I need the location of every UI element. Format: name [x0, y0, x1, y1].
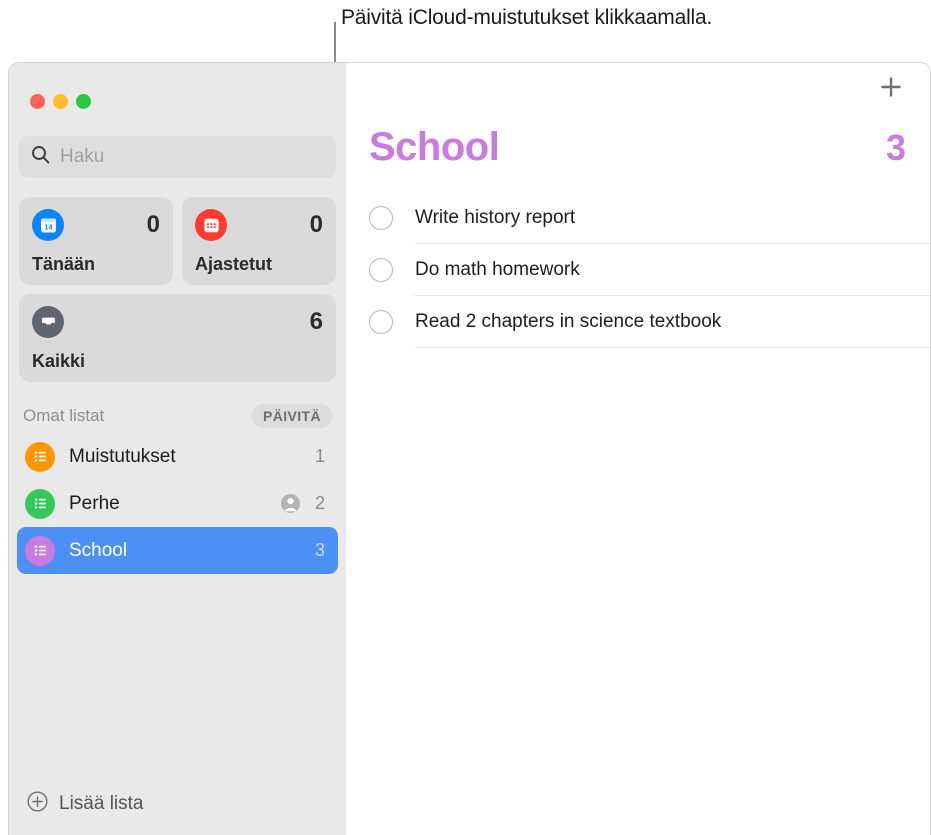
search-field[interactable] [19, 136, 336, 178]
smart-list-label: Kaikki [32, 351, 86, 371]
add-list-button[interactable]: Lisää lista [9, 773, 346, 835]
list-row-perhe[interactable]: Perhe 2 [17, 480, 338, 527]
list-bullet-icon [25, 441, 55, 472]
page-title-count: 3 [885, 127, 906, 168]
add-reminder-button[interactable] [878, 74, 904, 105]
list-row-school[interactable]: School 3 [17, 527, 338, 574]
reminder-checkbox[interactable] [369, 310, 393, 334]
reminder-body: Write history report [415, 192, 930, 244]
smart-list-count: 6 [309, 308, 323, 335]
list-name: Muistutukset [69, 445, 176, 467]
search-icon [31, 145, 50, 169]
smart-list-card-today[interactable]: 14 0 Tänään [19, 197, 173, 285]
main-content: School 3 Write history report Do math ho… [346, 63, 930, 835]
plus-circle-icon [27, 791, 48, 817]
inbox-tray-icon [32, 306, 64, 338]
list-count: 2 [314, 493, 325, 513]
list-name: School [69, 539, 128, 561]
person-circle-icon [280, 493, 301, 514]
reminders-list: Write history report Do math homework Re… [346, 192, 930, 348]
list-bullet-icon [25, 488, 55, 519]
list-count: 3 [314, 540, 325, 560]
minimize-button[interactable] [53, 93, 68, 109]
smart-lists-grid: 14 0 Tänään 0 Ajastetut 6 Kaikki [19, 197, 336, 382]
list-count: 1 [314, 446, 325, 466]
smart-list-count: 0 [146, 211, 160, 238]
list-name: Perhe [69, 492, 120, 514]
maximize-button[interactable] [76, 93, 91, 109]
calendar-day-number: 14 [44, 222, 53, 231]
list-title-row: School 3 [346, 115, 930, 170]
reminder-checkbox[interactable] [369, 258, 393, 282]
reminder-row[interactable]: Read 2 chapters in science textbook [346, 296, 930, 348]
reminder-checkbox[interactable] [369, 206, 393, 230]
reminder-body: Do math homework [415, 244, 930, 296]
reminder-title[interactable]: Read 2 chapters in science textbook [415, 311, 721, 333]
callout-text: Päivitä iCloud-muistutukset klikkaamalla… [341, 6, 713, 29]
reminder-row[interactable]: Write history report [346, 192, 930, 244]
my-lists-header: Omat listat PÄIVITÄ [23, 404, 332, 428]
add-list-label: Lisää lista [59, 793, 144, 814]
content-toolbar [346, 63, 930, 115]
reminders-window: 14 0 Tänään [8, 62, 931, 835]
window-controls [9, 63, 346, 109]
close-button[interactable] [30, 93, 45, 109]
calendar-scheduled-icon [195, 209, 227, 241]
list-bullet-icon [25, 535, 55, 566]
my-lists-title: Omat listat [23, 406, 105, 425]
search-input[interactable] [60, 146, 324, 168]
user-lists: Muistutukset 1 Perhe 2 School 3 [17, 433, 338, 574]
smart-list-card-all[interactable]: 6 Kaikki [19, 294, 336, 382]
page-title: School [369, 125, 500, 169]
calendar-today-icon: 14 [32, 209, 64, 241]
sidebar: 14 0 Tänään [9, 63, 346, 835]
reminder-body: Read 2 chapters in science textbook [415, 296, 930, 348]
refresh-icloud-button[interactable]: PÄIVITÄ [251, 404, 332, 428]
list-row-muistutukset[interactable]: Muistutukset 1 [17, 433, 338, 480]
smart-list-count: 0 [309, 211, 323, 238]
smart-list-label: Ajastetut [195, 254, 273, 274]
reminder-title[interactable]: Do math homework [415, 259, 580, 281]
smart-list-label: Tänään [32, 254, 96, 274]
reminder-title[interactable]: Write history report [415, 207, 575, 229]
smart-list-card-scheduled[interactable]: 0 Ajastetut [182, 197, 336, 285]
reminder-row[interactable]: Do math homework [346, 244, 930, 296]
